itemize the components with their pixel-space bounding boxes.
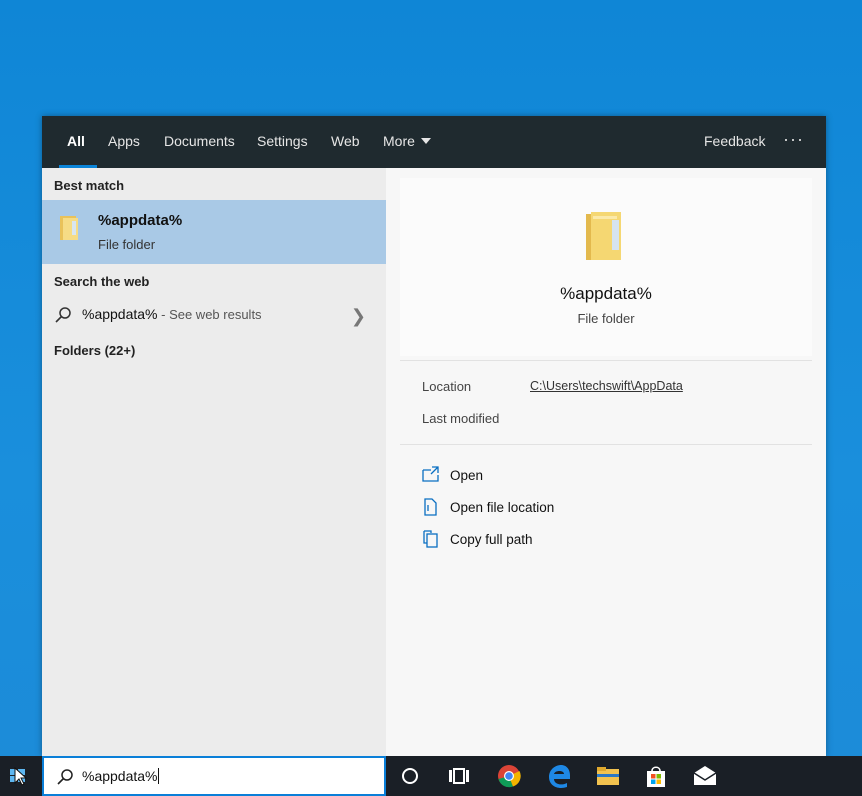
edge-icon[interactable] bbox=[545, 762, 573, 790]
cortana-icon[interactable] bbox=[396, 762, 424, 790]
best-match-item[interactable]: %appdata% File folder bbox=[42, 200, 386, 264]
tab-more[interactable]: More bbox=[383, 116, 431, 168]
tab-more-label: More bbox=[383, 133, 415, 149]
web-result-query: %appdata% bbox=[82, 306, 158, 322]
tab-settings[interactable]: Settings bbox=[257, 116, 308, 168]
task-view-icon[interactable] bbox=[444, 762, 472, 790]
tab-documents[interactable]: Documents bbox=[164, 116, 235, 168]
taskbar-search-input[interactable]: %appdata% bbox=[42, 756, 386, 796]
tab-apps[interactable]: Apps bbox=[108, 116, 140, 168]
file-location-icon bbox=[424, 498, 437, 516]
chevron-down-icon bbox=[420, 138, 431, 144]
best-match-subtitle: File folder bbox=[98, 237, 156, 252]
preview-subtitle: File folder bbox=[577, 311, 635, 326]
divider bbox=[400, 444, 812, 445]
file-explorer-icon[interactable] bbox=[594, 762, 622, 790]
preview-pane: %appdata% File folder Location C:\Users\… bbox=[386, 168, 826, 756]
text-cursor bbox=[157, 768, 159, 784]
open-icon bbox=[422, 466, 439, 482]
mail-icon[interactable] bbox=[691, 762, 719, 790]
folders-heading[interactable]: Folders (22+) bbox=[54, 343, 135, 358]
chevron-right-icon[interactable]: ❯ bbox=[351, 306, 366, 327]
search-filter-bar: All Apps Documents Settings Web More Fee… bbox=[42, 116, 826, 168]
search-icon bbox=[55, 307, 71, 323]
last-modified-label: Last modified bbox=[422, 411, 500, 426]
more-options-icon[interactable]: ··· bbox=[783, 116, 804, 168]
store-icon[interactable] bbox=[642, 762, 670, 790]
preview-header bbox=[400, 178, 812, 356]
open-file-location-label: Open file location bbox=[450, 500, 555, 515]
tab-all[interactable]: All bbox=[59, 116, 97, 168]
search-icon bbox=[57, 769, 73, 785]
web-result-suffix: - See web results bbox=[157, 307, 262, 322]
chrome-icon[interactable] bbox=[495, 762, 523, 790]
start-icon[interactable] bbox=[0, 756, 42, 796]
divider bbox=[400, 360, 812, 361]
folder-large-icon bbox=[586, 212, 621, 260]
copy-full-path-label: Copy full path bbox=[450, 532, 533, 547]
feedback-button[interactable]: Feedback bbox=[704, 116, 765, 168]
tab-web[interactable]: Web bbox=[331, 116, 360, 168]
search-input-value: %appdata% bbox=[82, 768, 158, 784]
copy-icon bbox=[423, 530, 438, 548]
folder-icon bbox=[60, 216, 78, 240]
search-web-heading: Search the web bbox=[54, 274, 150, 289]
search-flyout: All Apps Documents Settings Web More Fee… bbox=[42, 116, 826, 756]
taskbar: %appdata% bbox=[0, 756, 862, 796]
results-list: Best match %appdata% File folder Search … bbox=[42, 168, 386, 756]
location-label: Location bbox=[422, 379, 472, 394]
web-result-item[interactable]: %appdata% - See web results ❯ bbox=[42, 300, 386, 330]
location-link[interactable]: C:\Users\techswift\AppData bbox=[530, 379, 683, 393]
open-label: Open bbox=[450, 468, 484, 483]
preview-title: %appdata% bbox=[560, 284, 652, 303]
best-match-heading: Best match bbox=[54, 178, 125, 193]
best-match-title: %appdata% bbox=[98, 212, 183, 229]
